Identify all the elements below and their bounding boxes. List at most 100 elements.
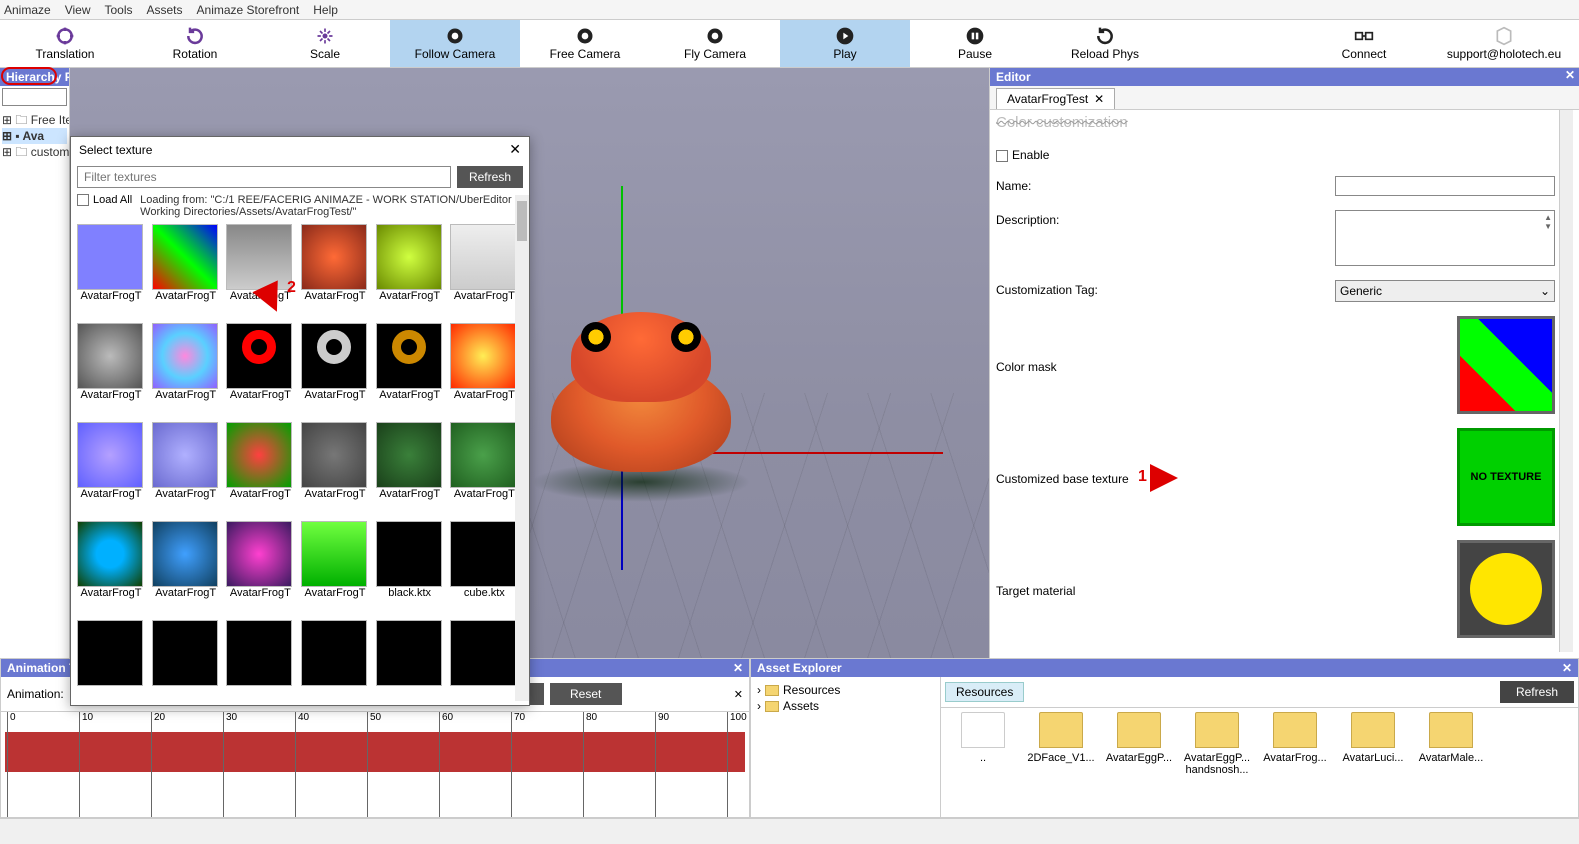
folder-icon [765,701,779,712]
play-icon [835,26,855,46]
editor-tab[interactable]: AvatarFrogTest✕ [996,88,1115,109]
tool-pause[interactable]: Pause [910,20,1040,67]
texture-item[interactable]: AvatarFrogT [301,224,369,321]
editor-scrollbar[interactable] [1559,110,1573,652]
breadcrumb[interactable]: Resources [945,682,1024,702]
texture-item[interactable]: AvatarFrogT [450,323,518,420]
texture-item[interactable]: AvatarFrogT [376,422,444,519]
asset-item[interactable]: 2DFace_V1... [1025,712,1097,813]
asset-item[interactable]: .. [947,712,1019,813]
texture-item[interactable]: black.ktx [376,521,444,618]
reset-button[interactable]: Reset [550,683,622,705]
tree-folder[interactable]: › Resources [757,683,934,697]
main-toolbar: Translation Rotation Scale Follow Camera… [0,20,1579,68]
customization-tag-select[interactable]: Generic⌄ [1335,280,1555,302]
tool-rotation[interactable]: Rotation [130,20,260,67]
texture-item[interactable]: cube.ktx [450,521,518,618]
tick: 50 [367,712,381,817]
close-icon[interactable]: ✕ [734,688,743,701]
texture-item[interactable] [301,620,369,705]
tool-support[interactable]: support@holotech.eu [1429,20,1579,67]
tree-folder[interactable]: › Assets [757,699,934,713]
texture-item[interactable]: AvatarFrogT [77,422,145,519]
tool-reload-phys[interactable]: Reload Phys [1040,20,1170,67]
texture-item[interactable] [152,620,220,705]
folder-icon [765,685,779,696]
texture-item[interactable] [77,620,145,705]
close-icon[interactable]: ✕ [509,141,521,158]
tool-connect[interactable]: Connect [1299,20,1429,67]
texture-item[interactable]: AvatarFrogT [226,422,294,519]
texture-item[interactable]: AvatarFrogT [301,422,369,519]
name-input[interactable] [1335,176,1555,196]
close-icon[interactable]: ✕ [1565,68,1575,82]
asset-item[interactable]: AvatarMale... [1415,712,1487,813]
annotation-num-2: 2 [287,279,296,297]
popup-scrollbar[interactable] [515,195,529,701]
texture-item[interactable]: AvatarFrogT [450,224,518,321]
close-icon[interactable]: ✕ [1562,661,1572,675]
folder-icon [1195,712,1239,748]
hierarchy-filter[interactable] [2,88,67,106]
texture-item[interactable]: AvatarFrogT [376,323,444,420]
tree-item[interactable]: ⊞ ▪ Ava [2,128,67,144]
tool-translation[interactable]: Translation [0,20,130,67]
tick: 80 [583,712,597,817]
texture-item[interactable] [450,620,518,705]
texture-item[interactable] [376,620,444,705]
texture-item[interactable] [226,620,294,705]
tool-scale[interactable]: Scale [260,20,390,67]
refresh-button[interactable]: Refresh [1500,681,1574,703]
tool-follow-camera[interactable]: Follow Camera [390,20,520,67]
texture-item[interactable]: AvatarFrogT [301,323,369,420]
select-texture-popup: Select texture✕ Refresh Load All Loading… [70,136,530,706]
folder-icon [1117,712,1161,748]
tree-item[interactable]: ⊞ 🗀 Free Ite [2,112,67,128]
asset-explorer-panel: Asset Explorer✕ › Resources › Assets Res… [750,658,1579,818]
menu-help[interactable]: Help [313,3,338,17]
tick: 90 [655,712,669,817]
menu-tools[interactable]: Tools [104,3,132,17]
asset-item[interactable]: AvatarEggP... [1103,712,1175,813]
editor-panel: Editor✕ AvatarFrogTest✕ Color customizat… [989,68,1579,658]
asset-item[interactable]: AvatarFrog... [1259,712,1331,813]
description-textarea[interactable]: ▲▼ [1335,210,1555,266]
tool-play[interactable]: Play [780,20,910,67]
texture-item[interactable]: AvatarFrogT [376,224,444,321]
base-texture-thumb[interactable]: NO TEXTURE [1457,428,1555,526]
texture-item[interactable]: AvatarFrogT [77,323,145,420]
texture-item[interactable]: AvatarFrogT [77,521,145,618]
asset-item[interactable]: AvatarLuci... [1337,712,1409,813]
tool-free-camera[interactable]: Free Camera [520,20,650,67]
texture-item[interactable]: AvatarFrogT [152,422,220,519]
texture-item[interactable]: AvatarFrogT [152,521,220,618]
timeline-ruler[interactable]: 0102030405060708090100 [1,711,749,817]
color-mask-thumb[interactable] [1457,316,1555,414]
texture-item[interactable]: AvatarFrogT [152,323,220,420]
load-all-checkbox[interactable] [77,194,89,206]
tick: 60 [439,712,453,817]
menu-animaze[interactable]: Animaze [4,3,51,17]
texture-item[interactable]: AvatarFrogT [301,521,369,618]
texture-item[interactable]: AvatarFrogT [77,224,145,321]
texture-item[interactable]: AvatarFrogT [152,224,220,321]
menu-storefront[interactable]: Animaze Storefront [197,3,300,17]
tick: 20 [151,712,165,817]
tick: 70 [511,712,525,817]
tool-fly-camera[interactable]: Fly Camera [650,20,780,67]
enable-checkbox[interactable] [996,150,1008,162]
texture-item[interactable]: AvatarFrogT [450,422,518,519]
rotation-icon [185,26,205,46]
close-icon[interactable]: ✕ [733,661,743,675]
texture-item[interactable]: AvatarFrogT [226,323,294,420]
texture-item[interactable]: AvatarFrogT [226,521,294,618]
tick: 40 [295,712,309,817]
target-material-thumb[interactable] [1457,540,1555,638]
menu-assets[interactable]: Assets [147,3,183,17]
close-icon[interactable]: ✕ [1094,92,1104,106]
refresh-button[interactable]: Refresh [457,166,523,188]
menu-view[interactable]: View [65,3,91,17]
tree-item[interactable]: ⊞ 🗀 custom [2,144,67,160]
asset-item[interactable]: AvatarEggP... handsnosh... [1181,712,1253,813]
texture-filter-input[interactable] [77,166,451,188]
